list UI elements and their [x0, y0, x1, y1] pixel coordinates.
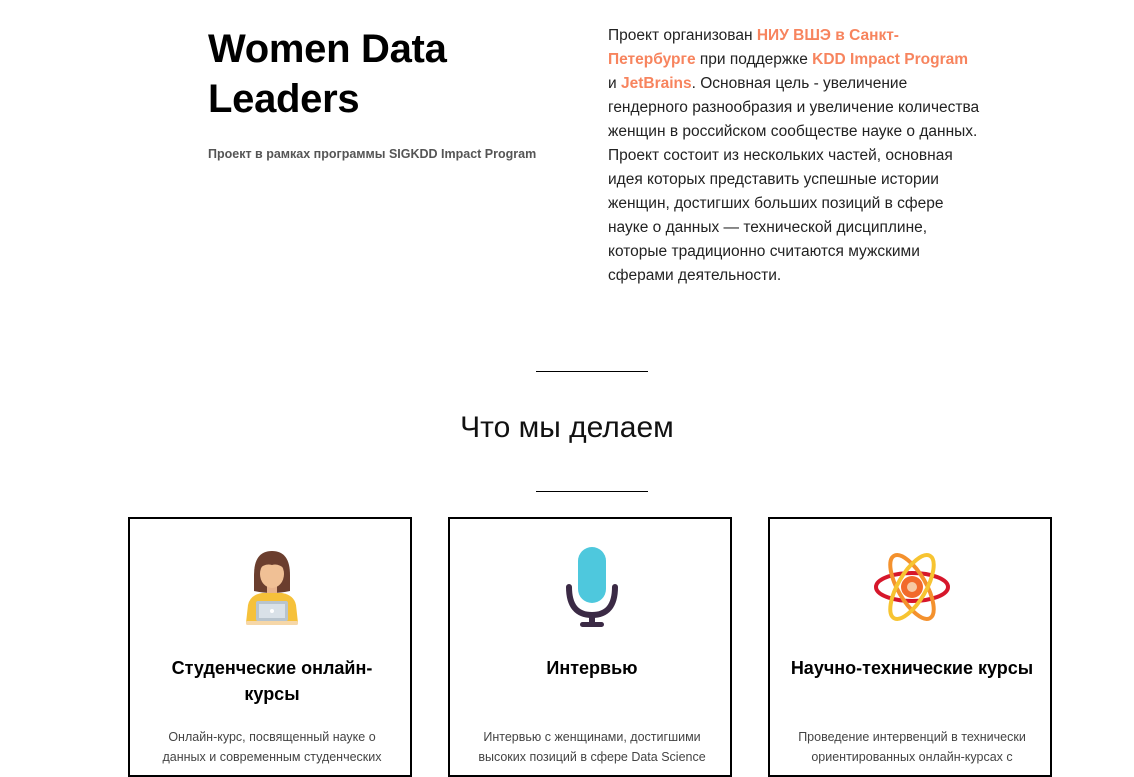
about-paragraph: Проект организован НИУ ВШЭ в Санкт-Петер… [608, 24, 980, 288]
card-science-courses[interactable]: Научно-технические курсы Проведение инте… [768, 517, 1052, 777]
about-text-part: при поддержке [695, 51, 813, 68]
card-description: Проведение интервенций в технически орие… [798, 730, 1026, 764]
card-description: Онлайн-курс, посвященный науке о данных … [162, 730, 382, 764]
about-text-part: и [608, 75, 621, 92]
section-divider-bottom [536, 491, 648, 492]
card-title: Студенческие онлайн-курсы [171, 658, 373, 704]
card-title: Научно-технические курсы [790, 658, 1034, 678]
microphone-icon [552, 545, 632, 629]
section-divider-top [536, 371, 648, 372]
page-subtitle: Проект в рамках программы SIGKDD Impact … [208, 147, 537, 161]
card-interview[interactable]: Интервью Интервью с женщинами, достигшим… [448, 517, 732, 777]
card-description: Интервью с женщинами, достигшими высоких… [478, 730, 706, 764]
jetbrains-link[interactable]: JetBrains [621, 75, 692, 92]
section-title: Что мы делаем [460, 411, 674, 444]
kdd-impact-link[interactable]: KDD Impact Program [812, 51, 968, 68]
about-text-part: . Основная цель - увеличение гендерного … [608, 75, 980, 284]
card-title: Интервью [546, 658, 638, 678]
student-laptop-icon [232, 545, 312, 629]
about-text-part: Проект организован [608, 27, 757, 44]
card-student-courses[interactable]: Студенческие онлайн-курсы Онлайн-курс, п… [128, 517, 412, 777]
page-title: Women Data Leaders [208, 27, 447, 121]
atom-icon [872, 545, 952, 629]
